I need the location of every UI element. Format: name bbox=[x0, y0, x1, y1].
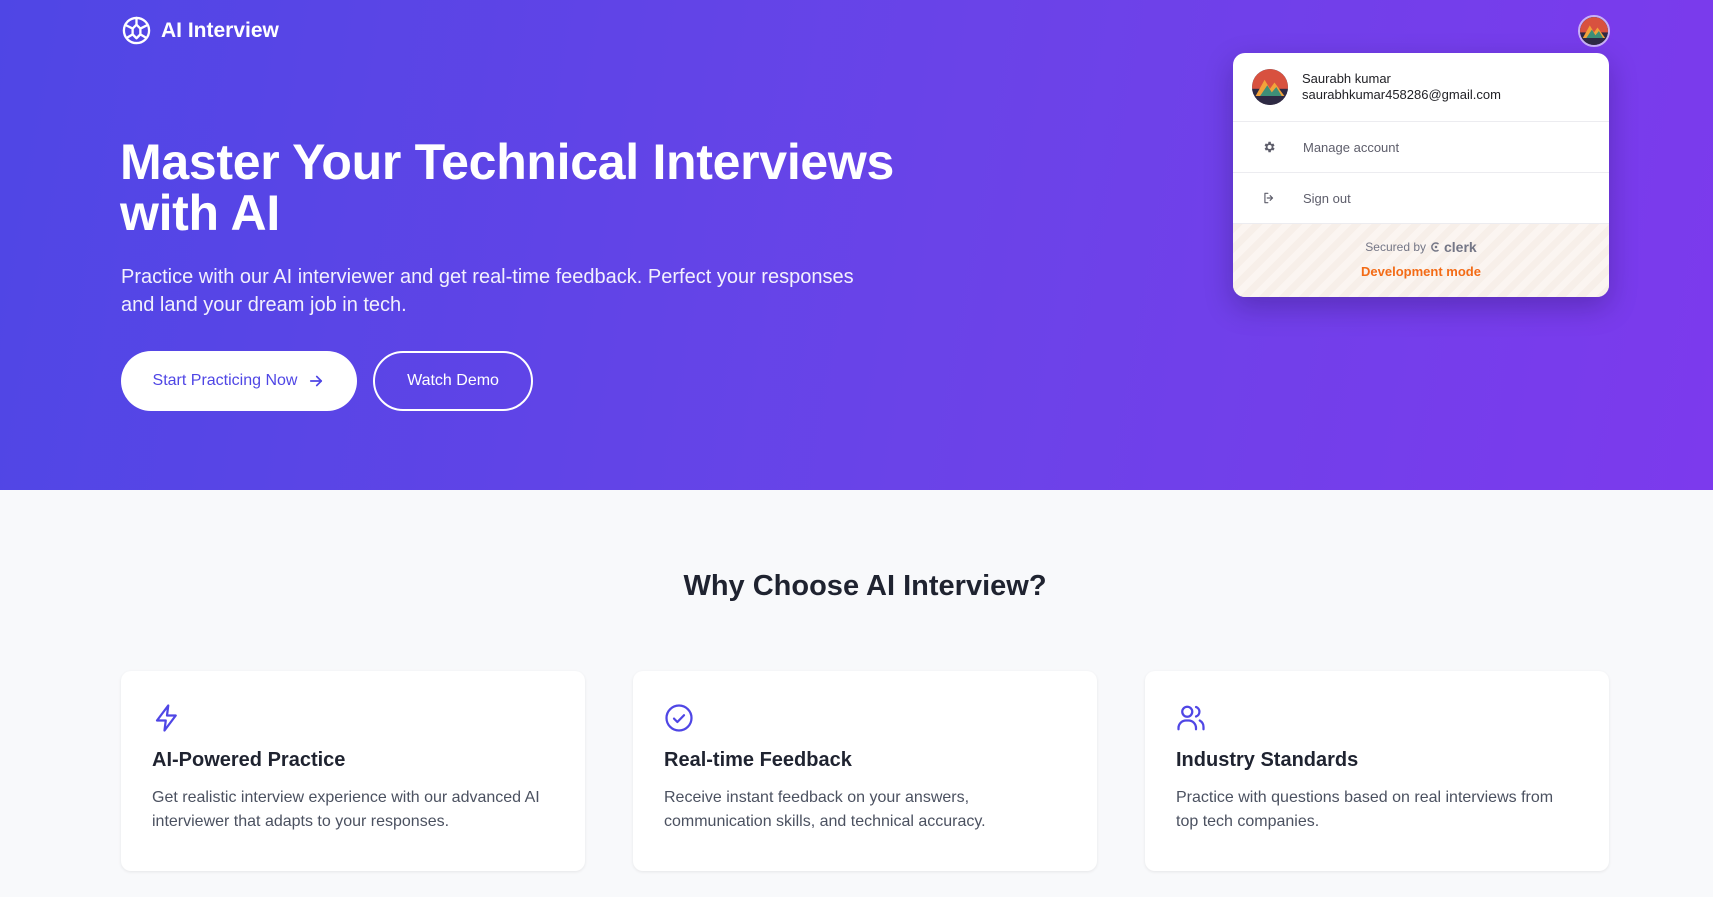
clerk-logo-text: clerk bbox=[1444, 239, 1477, 255]
sign-out-label: Sign out bbox=[1303, 190, 1351, 206]
watch-demo-button[interactable]: Watch Demo bbox=[373, 351, 533, 411]
check-circle-icon bbox=[665, 704, 693, 732]
feature-title: Industry Standards bbox=[1176, 749, 1359, 771]
secured-by: Secured by clerk bbox=[1233, 239, 1609, 255]
feature-title: AI-Powered Practice bbox=[152, 749, 346, 771]
avatar-mountain-icon bbox=[1252, 69, 1288, 105]
user-name: Saurabh kumar bbox=[1302, 71, 1391, 86]
user-email: saurabhkumar458286@gmail.com bbox=[1302, 87, 1501, 102]
feature-description: Practice with questions based on real in… bbox=[1176, 789, 1554, 830]
hero-subtitle: Practice with our AI interviewer and get… bbox=[121, 266, 854, 316]
hero-title: Master Your Technical Interviews with AI bbox=[120, 134, 895, 241]
sign-out-icon bbox=[1264, 192, 1274, 204]
watch-demo-label: Watch Demo bbox=[407, 372, 499, 389]
clerk-icon bbox=[1431, 242, 1439, 252]
manage-account-label: Manage account bbox=[1303, 139, 1400, 155]
manage-account-item[interactable]: Manage account bbox=[1233, 122, 1609, 173]
secured-by-text: Secured by bbox=[1365, 240, 1426, 254]
feature-card: Industry Standards Practice with questio… bbox=[1145, 671, 1609, 871]
brand[interactable]: AI Interview bbox=[121, 15, 279, 46]
feature-description: Receive instant feedback on your answers… bbox=[664, 789, 986, 830]
arrow-right-icon bbox=[310, 375, 323, 387]
brain-icon bbox=[122, 16, 151, 45]
clerk-logo[interactable]: clerk bbox=[1430, 239, 1477, 255]
lightning-icon bbox=[155, 704, 177, 732]
start-practicing-label: Start Practicing Now bbox=[152, 372, 298, 389]
brand-name: AI Interview bbox=[161, 18, 279, 42]
feature-description: Get realistic interview experience with … bbox=[152, 789, 540, 830]
sign-out-item[interactable]: Sign out bbox=[1233, 173, 1609, 224]
feature-card: AI-Powered Practice Get realistic interv… bbox=[121, 671, 585, 871]
user-menu-header: Saurabh kumar saurabhkumar458286@gmail.c… bbox=[1233, 53, 1609, 122]
user-menu-popover: Saurabh kumar saurabhkumar458286@gmail.c… bbox=[1233, 53, 1609, 297]
user-avatar-button[interactable] bbox=[1578, 15, 1610, 47]
avatar bbox=[1252, 69, 1288, 105]
features-title: Why Choose AI Interview? bbox=[683, 570, 1047, 602]
development-mode-badge: Development mode bbox=[1361, 264, 1481, 279]
users-icon bbox=[1177, 705, 1205, 731]
user-menu-footer: Secured by clerk Development mode bbox=[1233, 224, 1609, 297]
start-practicing-button[interactable]: Start Practicing Now bbox=[121, 351, 357, 411]
avatar-mountain-icon bbox=[1580, 17, 1608, 45]
gear-icon bbox=[1264, 141, 1275, 153]
feature-title: Real-time Feedback bbox=[664, 749, 852, 771]
feature-card: Real-time Feedback Receive instant feedb… bbox=[633, 671, 1097, 871]
